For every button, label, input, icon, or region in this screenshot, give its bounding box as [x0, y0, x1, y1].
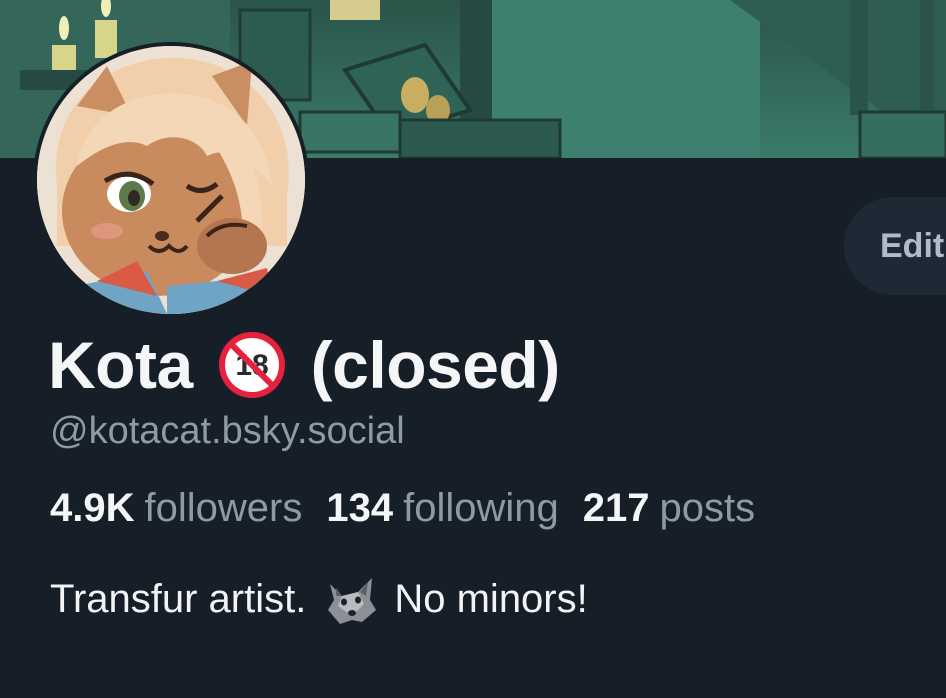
following-label: following [403, 486, 559, 530]
followers-label: followers [144, 486, 303, 530]
display-name-suffix: (closed) [310, 328, 561, 402]
posts-count: 217 [582, 486, 650, 530]
display-name-text: Kota [48, 328, 193, 402]
following-stat[interactable]: 134 following [326, 486, 558, 531]
followers-count: 4.9K [50, 486, 135, 530]
following-count: 134 [326, 486, 394, 530]
posts-label: posts [659, 486, 756, 530]
profile-bio: Transfur artist. No minors! [50, 570, 588, 628]
edit-profile-button[interactable]: Edit [844, 197, 946, 295]
display-name: Kota 18 (closed) [48, 322, 560, 408]
avatar-image [37, 46, 305, 314]
profile-page: Edit Kota 18 (closed) @kotacat.bsky.soci… [0, 0, 946, 698]
profile-handle: @kotacat.bsky.social [50, 410, 405, 452]
edit-profile-label: Edit [880, 226, 945, 265]
avatar[interactable] [33, 42, 309, 318]
followers-stat[interactable]: 4.9K followers [50, 486, 302, 531]
bio-text-end: No minors! [394, 576, 588, 621]
posts-stat: 217 posts [583, 486, 755, 531]
profile-stats: 4.9K followers 134 following 217 posts [50, 486, 779, 531]
bio-text-start: Transfur artist. [50, 576, 307, 621]
no-under-18-icon: 18 [218, 332, 285, 398]
wolf-icon [322, 570, 380, 628]
